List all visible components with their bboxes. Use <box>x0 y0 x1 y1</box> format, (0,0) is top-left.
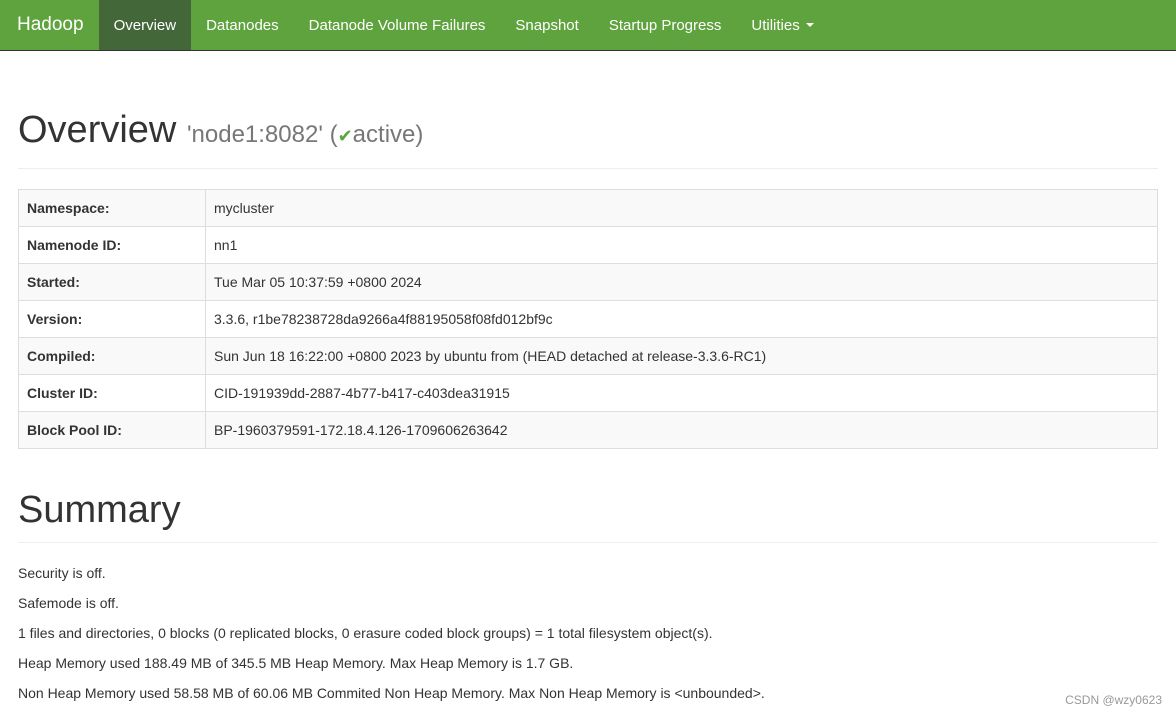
node-address: 'node1:8082' <box>186 121 323 148</box>
row-value: BP-1960379591-172.18.4.126-1709606263642 <box>205 411 1158 449</box>
row-label: Version: <box>18 300 206 338</box>
row-label: Namenode ID: <box>18 226 206 264</box>
summary-line: Non Heap Memory used 58.58 MB of 60.06 M… <box>18 685 765 701</box>
row-label: Namespace: <box>18 189 206 227</box>
active-state: active <box>352 121 416 148</box>
overview-table: Namespace: mycluster Namenode ID: nn1 Starte… <box>18 189 1158 449</box>
watermark: CSDN @wzy0623 <box>1065 693 1162 707</box>
nav-startup-progress[interactable]: Startup Progress <box>594 0 737 50</box>
summary-title: Summary <box>18 489 1158 543</box>
summary-line: Heap Memory used 188.49 MB of 345.5 MB H… <box>18 655 574 671</box>
row-value: Sun Jun 18 16:22:00 +0800 2023 by ubuntu… <box>205 337 1158 375</box>
row-value: CID-191939dd-2887-4b77-b417-c403dea31915 <box>205 374 1158 412</box>
row-value: 3.3.6, r1be78238728da9266a4f88195058f08f… <box>205 300 1158 338</box>
title-text: Overview <box>18 109 177 151</box>
row-label: Cluster ID: <box>18 374 206 412</box>
table-row: Compiled: Sun Jun 18 16:22:00 +0800 2023 … <box>18 337 1158 375</box>
row-value: nn1 <box>205 226 1158 264</box>
utilities-label: Utilities <box>751 16 800 34</box>
row-label: Started: <box>18 263 206 301</box>
paren-open: ( <box>329 121 338 148</box>
nav-utilities-dropdown[interactable]: Utilities <box>736 0 828 50</box>
table-row: Block Pool ID: BP-1960379591-172.18.4.126… <box>18 411 1158 449</box>
table-row: Started: Tue Mar 05 10:37:59 +0800 2024 <box>18 263 1158 301</box>
table-row: Namenode ID: nn1 <box>18 226 1158 264</box>
brand-link[interactable]: Hadoop <box>0 0 99 50</box>
node-status: 'node1:8082' (✔active) <box>187 121 423 148</box>
table-row: Namespace: mycluster <box>18 189 1158 227</box>
summary-line: 1 files and directories, 0 blocks (0 rep… <box>18 625 713 641</box>
paren-close: ) <box>415 121 424 148</box>
nav-snapshot[interactable]: Snapshot <box>500 0 593 50</box>
row-value: mycluster <box>205 189 1158 227</box>
table-row: Cluster ID: CID-191939dd-2887-4b77-b417-c… <box>18 374 1158 412</box>
page-title: Overview 'node1:8082' (✔active) <box>18 109 1158 169</box>
nav-datanode-volume-failures[interactable]: Datanode Volume Failures <box>294 0 501 50</box>
caret-down-icon <box>805 23 814 27</box>
summary-line: Security is off. <box>18 565 106 581</box>
summary-list: Security is off. Safemode is off. 1 files … <box>18 558 1158 708</box>
summary-line: Safemode is off. <box>18 595 119 611</box>
nav-datanodes[interactable]: Datanodes <box>191 0 294 50</box>
row-label: Compiled: <box>18 337 206 375</box>
navbar: Hadoop Overview Datanodes Datanode Volum… <box>0 0 1176 51</box>
row-value: Tue Mar 05 10:37:59 +0800 2024 <box>205 263 1158 301</box>
row-label: Block Pool ID: <box>18 411 206 449</box>
table-row: Version: 3.3.6, r1be78238728da9266a4f8819… <box>18 300 1158 338</box>
nav-overview[interactable]: Overview <box>98 0 192 50</box>
check-icon: ✔ <box>337 126 353 146</box>
